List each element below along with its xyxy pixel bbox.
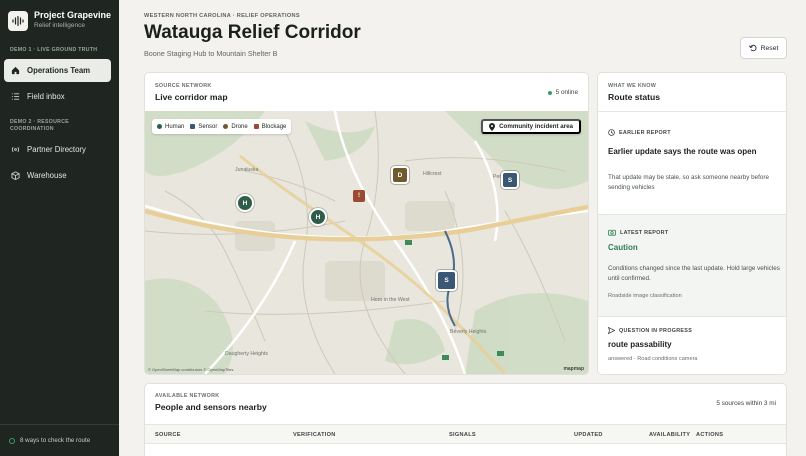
latest-report: LATEST REPORT Caution Conditions changed…	[598, 214, 786, 316]
available-network-card: AVAILABLE NETWORK People and sensors nea…	[144, 383, 787, 456]
sensor-marker[interactable]: S	[501, 171, 519, 189]
column-header: AVAILABILITY	[649, 432, 691, 438]
brand[interactable]: Project Grapevine Relief intelligence	[8, 10, 111, 31]
latest-report-body: Conditions changed since the last update…	[608, 265, 780, 282]
sidebar-footer[interactable]: 8 ways to check the route	[0, 424, 119, 456]
sidebar-section-demo1: DEMO 1 · LIVE GROUND TRUTH	[10, 47, 98, 53]
sidebar-item-warehouse[interactable]: Warehouse	[4, 164, 111, 187]
sidebar-item-label: Warehouse	[27, 171, 67, 180]
map-attribution[interactable]: © OpenStreetMap contributors © OpenMapTi…	[148, 367, 233, 372]
online-dot-icon	[547, 90, 552, 95]
place-label: Junaluska	[235, 167, 259, 173]
latest-report-source: Roadside image classification	[608, 293, 682, 299]
blockage-marker[interactable]: !	[353, 190, 365, 202]
earlier-report: EARLIER REPORT Earlier update says the r…	[598, 111, 786, 214]
reset-icon	[748, 44, 757, 52]
earlier-report-body: That update may be stale, so ask someone…	[608, 174, 770, 191]
place-label: Beverly Heights	[450, 329, 487, 335]
network-count: 5 sources within 3 mi	[716, 400, 776, 407]
page-title: Watauga Relief Corridor	[144, 22, 361, 43]
column-header: ACTIONS	[696, 432, 724, 438]
app-name: Project Grapevine	[34, 10, 112, 20]
corridor-map[interactable]: Human Sensor Drone Blockage Community in…	[145, 111, 588, 374]
sidebar-item-operations-team[interactable]: Operations Team	[4, 59, 111, 82]
column-header: VERIFICATION	[293, 432, 336, 438]
camera-icon	[608, 229, 616, 236]
route-status-card: WHAT WE KNOW Route status EARLIER REPORT…	[597, 72, 787, 375]
question-in-progress: QUESTION IN PROGRESS route passability a…	[598, 316, 786, 374]
legend-sensor: Sensor	[190, 124, 217, 130]
column-header: SOURCE	[155, 432, 181, 438]
network-title: People and sensors nearby	[155, 402, 267, 412]
latest-report-label: LATEST REPORT	[608, 229, 668, 236]
question-headline: route passability	[608, 340, 672, 349]
map-card-eyebrow: SOURCE NETWORK	[155, 83, 212, 89]
clock-icon	[608, 129, 615, 136]
earlier-report-label: EARLIER REPORT	[608, 129, 671, 136]
column-header: UPDATED	[574, 432, 603, 438]
legend-drone: Drone	[223, 124, 248, 130]
earlier-report-headline: Earlier update says the route was open	[608, 147, 757, 156]
community-incident-area-button[interactable]: Community incident area	[481, 119, 581, 134]
breadcrumb: WESTERN NORTH CAROLINA · RELIEF OPERATIO…	[144, 13, 300, 19]
sidebar-item-partner-directory[interactable]: Partner Directory	[4, 138, 111, 161]
sidebar-item-label: Partner Directory	[27, 145, 86, 154]
map-legend: Human Sensor Drone Blockage	[152, 119, 292, 134]
network-eyebrow: AVAILABLE NETWORK	[155, 393, 220, 399]
box-icon	[11, 171, 20, 180]
signal-icon	[11, 146, 20, 153]
online-count: 5 online	[555, 89, 578, 96]
map-pin-icon	[489, 122, 496, 131]
question-meta: answered · Road conditions camera	[608, 356, 698, 362]
sidebar-item-field-inbox[interactable]: Field inbox	[4, 85, 111, 108]
send-icon	[608, 327, 615, 334]
map-card: SOURCE NETWORK Live corridor map 5 onlin…	[144, 72, 589, 375]
human-marker[interactable]: H	[309, 208, 327, 226]
place-label: Hillcrest	[423, 171, 442, 177]
map-card-title: Live corridor map	[155, 92, 228, 102]
place-label: Daugherty Heights	[225, 351, 268, 357]
latest-report-headline: Caution	[608, 243, 638, 252]
column-header: SIGNALS	[449, 432, 476, 438]
drone-marker[interactable]: D	[391, 166, 409, 184]
place-label: Horn in the West	[371, 297, 410, 303]
reset-label: Reset	[760, 44, 779, 52]
sidebar: Project Grapevine Relief intelligence DE…	[0, 0, 119, 456]
legend-blockage: Blockage	[253, 124, 286, 130]
sensor-marker[interactable]: S	[436, 270, 457, 291]
online-badge: 5 online	[547, 89, 578, 96]
legend-human: Human	[157, 124, 184, 130]
sidebar-item-label: Operations Team	[27, 66, 91, 75]
community-incident-area-label: Community incident area	[499, 123, 573, 130]
inbox-list-icon	[11, 93, 20, 100]
sidebar-item-label: Field inbox	[27, 92, 65, 101]
sidebar-section-demo2: DEMO 2 · RESOURCE COORDINATION	[10, 119, 69, 132]
page-subtitle: Boone Staging Hub to Mountain Shelter B	[144, 49, 278, 58]
human-marker[interactable]: H	[236, 194, 254, 212]
app-tagline: Relief intelligence	[34, 22, 85, 29]
status-dot-icon	[9, 437, 15, 444]
status-title: Route status	[608, 92, 661, 102]
status-eyebrow: WHAT WE KNOW	[608, 83, 657, 89]
home-icon	[11, 66, 20, 75]
grapevine-logo-icon	[8, 10, 28, 31]
route-check-count: 8 ways to check the route	[20, 437, 91, 444]
question-label: QUESTION IN PROGRESS	[608, 327, 692, 334]
map-provider-logo: mapmap	[563, 366, 584, 372]
map-base	[145, 111, 588, 374]
reset-button[interactable]: Reset	[740, 37, 787, 59]
